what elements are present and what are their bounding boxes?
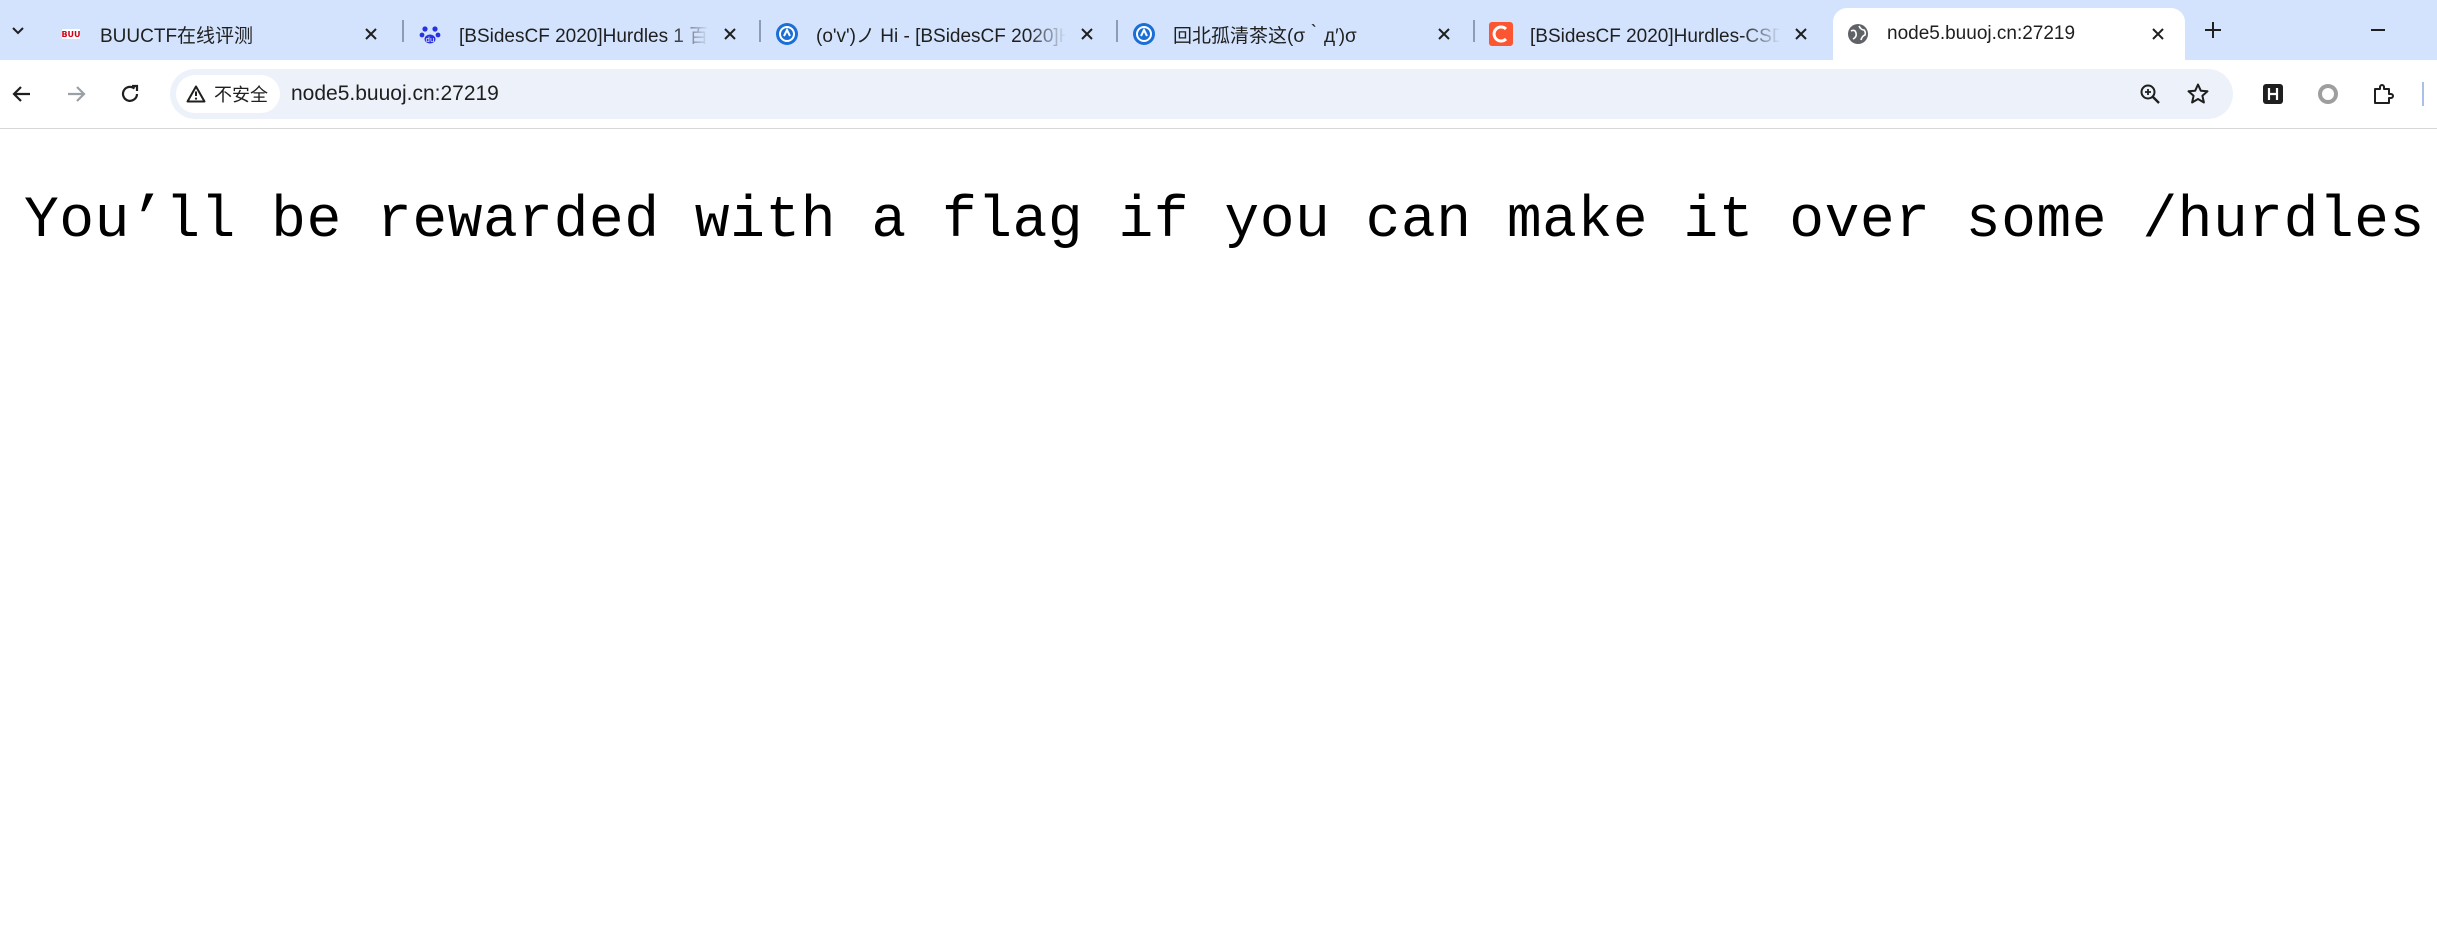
tab-separator [1116, 20, 1118, 42]
security-label: 不安全 [214, 85, 268, 105]
blue-circle-icon [1131, 21, 1157, 47]
extension-button[interactable] [2312, 78, 2344, 110]
new-tab-button[interactable] [2197, 14, 2229, 46]
url-text[interactable]: node5.buuoj.cn:27219 [291, 69, 499, 119]
close-icon[interactable] [1431, 21, 1457, 47]
browser-toolbar: 不安全 node5.buuoj.cn:27219 [0, 60, 2437, 129]
close-icon[interactable] [1074, 21, 1100, 47]
globe-icon [1845, 21, 1871, 47]
close-icon[interactable] [358, 21, 384, 47]
tab-title: 回北孤清茶这(σ｀д′)σ [1173, 25, 1357, 47]
tab-csdn[interactable]: [BSidesCF 2020]Hurdles-CSDN博客 [1476, 8, 1828, 60]
zoom-button[interactable] [2134, 78, 2166, 110]
tab-title: node5.buuoj.cn:27219 [1887, 23, 2076, 44]
arrow-left-icon [12, 86, 30, 102]
tab-baidu[interactable]: du [BSidesCF 2020]Hurdles 1 百度 [405, 8, 757, 60]
page-content: You’ll be rewarded with a flag if you ca… [0, 129, 2437, 947]
close-icon[interactable] [717, 21, 743, 47]
tab-buuctf[interactable]: BUU BUUCTF在线评测 [46, 8, 398, 60]
svg-text:du: du [426, 36, 435, 44]
close-icon[interactable] [1788, 21, 1814, 47]
reload-icon [121, 84, 139, 102]
tab-chinese-title[interactable]: 回北孤清茶这(σ｀д′)σ [1119, 8, 1471, 60]
svg-text:BUU: BUU [61, 30, 80, 39]
close-icon[interactable] [2145, 21, 2171, 47]
minimize-button[interactable] [2362, 14, 2394, 46]
reload-button[interactable] [112, 76, 148, 112]
blue-circle-icon [774, 21, 800, 47]
tab-hi-hurdles[interactable]: (o'v')ノ Hi - [BSidesCF 2020]Hurdles [762, 8, 1114, 60]
minimize-icon [2371, 29, 2385, 31]
tab-title: [BSidesCF 2020]Hurdles 1 百度 [459, 25, 709, 47]
hackbar-icon [2263, 84, 2283, 104]
address-bar[interactable]: 不安全 node5.buuoj.cn:27219 [170, 69, 2233, 119]
bookmark-button[interactable] [2182, 78, 2214, 110]
warning-triangle-icon [186, 85, 206, 103]
star-icon [2187, 83, 2209, 104]
tab-separator [402, 20, 404, 42]
chevron-down-icon [12, 27, 24, 35]
tab-separator [759, 20, 761, 42]
tab-node5-active[interactable]: node5.buuoj.cn:27219 [1833, 8, 2185, 60]
puzzle-icon [2374, 84, 2394, 104]
tab-title: (o'v')ノ Hi - [BSidesCF 2020]Hurdles [816, 25, 1066, 47]
tab-title: BUUCTF在线评测 [100, 25, 254, 47]
security-chip[interactable]: 不安全 [176, 75, 280, 113]
extensions-menu-button[interactable] [2367, 78, 2399, 110]
tab-strip: BUU BUUCTF在线评测 du [BSidesCF 2020]Hurdles… [0, 0, 2437, 60]
toolbar-divider [2422, 82, 2424, 106]
circle-extension-icon [2318, 84, 2338, 104]
csdn-icon [1488, 21, 1514, 47]
zoom-icon [2140, 84, 2160, 104]
arrow-right-icon [68, 86, 86, 102]
buuctf-icon: BUU [58, 21, 84, 47]
page-message: You’ll be rewarded with a flag if you ca… [24, 189, 2437, 254]
back-button[interactable] [4, 76, 40, 112]
plus-icon [2205, 22, 2221, 38]
baidu-paw-icon: du [417, 21, 443, 47]
tab-separator [1473, 20, 1475, 42]
tab-title: [BSidesCF 2020]Hurdles-CSDN博客 [1530, 25, 1780, 47]
tab-search-button[interactable] [6, 15, 30, 45]
forward-button[interactable] [58, 76, 94, 112]
hackbar-extension-button[interactable] [2257, 78, 2289, 110]
